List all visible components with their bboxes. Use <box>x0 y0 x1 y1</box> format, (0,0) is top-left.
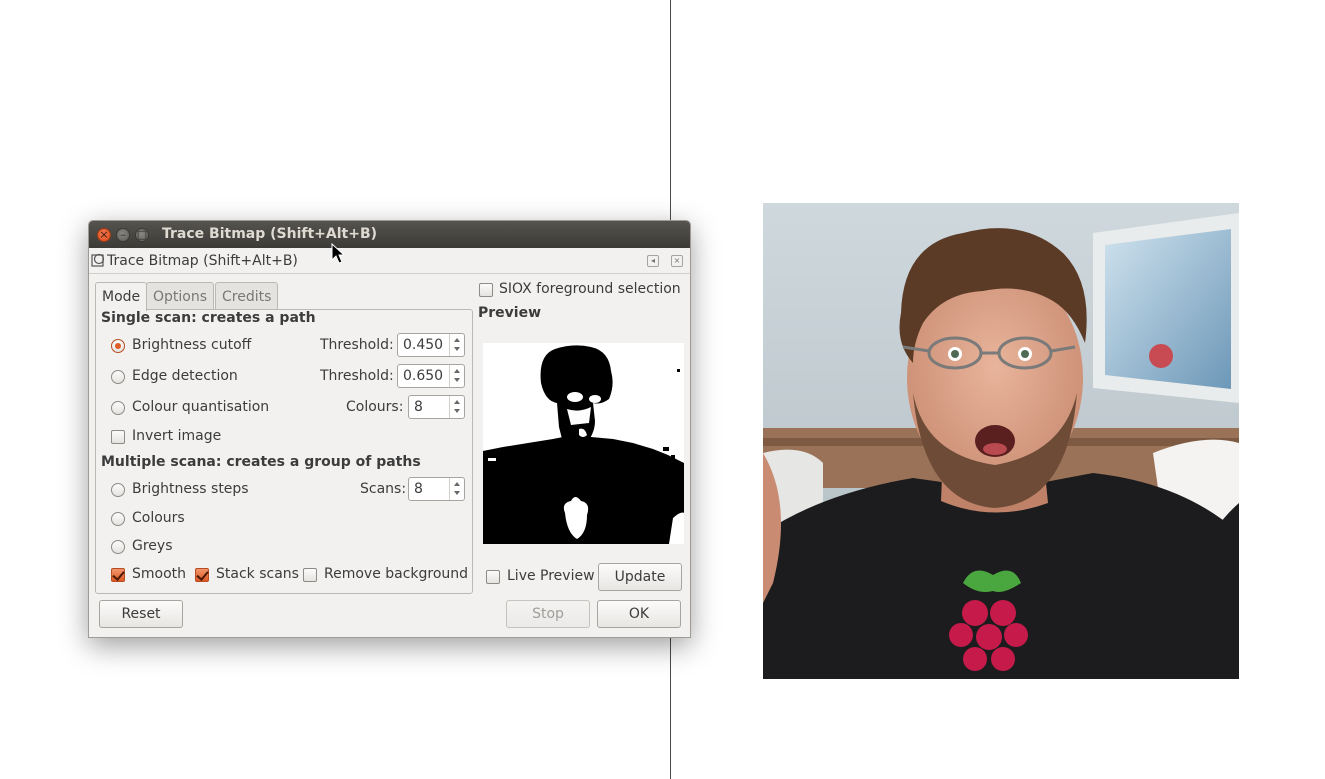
brightness-cutoff-label: Brightness cutoff <box>132 337 252 353</box>
minimize-icon: – <box>120 228 126 241</box>
live-preview-checkbox[interactable] <box>486 570 500 584</box>
smooth-label: Smooth <box>132 566 187 582</box>
stack-scans-checkbox[interactable] <box>195 568 209 582</box>
maximize-icon: □ <box>136 228 148 241</box>
brightness-threshold-stepper[interactable]: 0.450 <box>397 333 465 357</box>
maximize-window-button[interactable]: □ <box>135 228 149 242</box>
trace-preview-image <box>483 343 684 544</box>
dock-close-icon[interactable]: × <box>671 255 683 267</box>
colours-count-label: Colours: <box>346 399 404 415</box>
spin-down-icon[interactable] <box>454 378 460 382</box>
remove-background-label: Remove background <box>324 566 469 582</box>
spin-up-icon[interactable] <box>454 369 460 373</box>
edge-detection-radio[interactable] <box>111 370 125 384</box>
tab-credits[interactable]: Credits <box>215 282 279 310</box>
mouse-cursor-icon <box>331 243 345 264</box>
source-bitmap-photo[interactable] <box>763 203 1239 679</box>
colour-quantisation-label: Colour quantisation <box>132 399 270 415</box>
single-scan-title: Single scan: creates a path <box>101 310 316 326</box>
siox-checkbox[interactable] <box>479 283 493 297</box>
window-title: Trace Bitmap (Shift+Alt+B) <box>162 226 378 242</box>
spin-down-icon[interactable] <box>454 491 460 495</box>
live-preview-label: Live Preview <box>507 568 595 584</box>
stop-button[interactable]: Stop <box>506 600 590 628</box>
colours-count-stepper[interactable]: 8 <box>408 395 465 419</box>
close-icon: × <box>99 228 109 241</box>
brightness-cutoff-radio[interactable] <box>111 339 125 353</box>
invert-image-checkbox[interactable] <box>111 430 125 444</box>
spin-down-icon[interactable] <box>454 347 460 351</box>
ok-button[interactable]: OK <box>597 600 681 628</box>
brightness-steps-radio[interactable] <box>111 483 125 497</box>
invert-image-label: Invert image <box>132 428 222 444</box>
spin-down-icon[interactable] <box>454 409 460 413</box>
edge-threshold-label: Threshold: <box>320 368 394 384</box>
dock-title: Trace Bitmap (Shift+Alt+B) <box>107 253 298 269</box>
scans-count-stepper[interactable]: 8 <box>408 477 465 501</box>
remove-background-checkbox[interactable] <box>303 568 317 582</box>
reset-button[interactable]: Reset <box>99 600 183 628</box>
stack-scans-label: Stack scans <box>216 566 299 582</box>
edge-threshold-value: 0.650 <box>403 368 444 384</box>
smooth-checkbox[interactable] <box>111 568 125 582</box>
brightness-threshold-value: 0.450 <box>403 337 444 353</box>
edge-detection-label: Edge detection <box>132 368 238 384</box>
tab-mode[interactable]: Mode <box>95 282 148 311</box>
multiple-scans-title: Multiple scana: creates a group of paths <box>101 454 421 470</box>
brightness-steps-label: Brightness steps <box>132 481 249 497</box>
dock-collapse-icon[interactable]: ◂ <box>647 255 659 267</box>
tab-options[interactable]: Options <box>146 282 215 310</box>
close-window-button[interactable]: × <box>97 228 111 242</box>
brightness-threshold-label: Threshold: <box>320 337 394 353</box>
preview-title: Preview <box>478 305 542 321</box>
minimize-window-button[interactable]: – <box>116 228 130 242</box>
colour-quantisation-radio[interactable] <box>111 401 125 415</box>
scans-count-label: Scans: <box>360 481 407 497</box>
update-button[interactable]: Update <box>598 563 682 591</box>
colours-label: Colours <box>132 510 185 526</box>
dock-header: Trace Bitmap (Shift+Alt+B) ◂ × <box>89 248 690 274</box>
edge-threshold-stepper[interactable]: 0.650 <box>397 364 465 388</box>
siox-label: SIOX foreground selection <box>499 281 681 297</box>
spin-up-icon[interactable] <box>454 482 460 486</box>
greys-label: Greys <box>132 538 173 554</box>
trace-bitmap-icon <box>91 253 105 267</box>
greys-radio[interactable] <box>111 540 125 554</box>
window-titlebar[interactable]: × – □ Trace Bitmap (Shift+Alt+B) <box>89 221 690 248</box>
trace-bitmap-dialog: × – □ Trace Bitmap (Shift+Alt+B) Trace B… <box>88 220 691 638</box>
colours-count-value: 8 <box>414 399 423 415</box>
colours-radio[interactable] <box>111 512 125 526</box>
scans-count-value: 8 <box>414 481 423 497</box>
spin-up-icon[interactable] <box>454 338 460 342</box>
spin-up-icon[interactable] <box>454 400 460 404</box>
